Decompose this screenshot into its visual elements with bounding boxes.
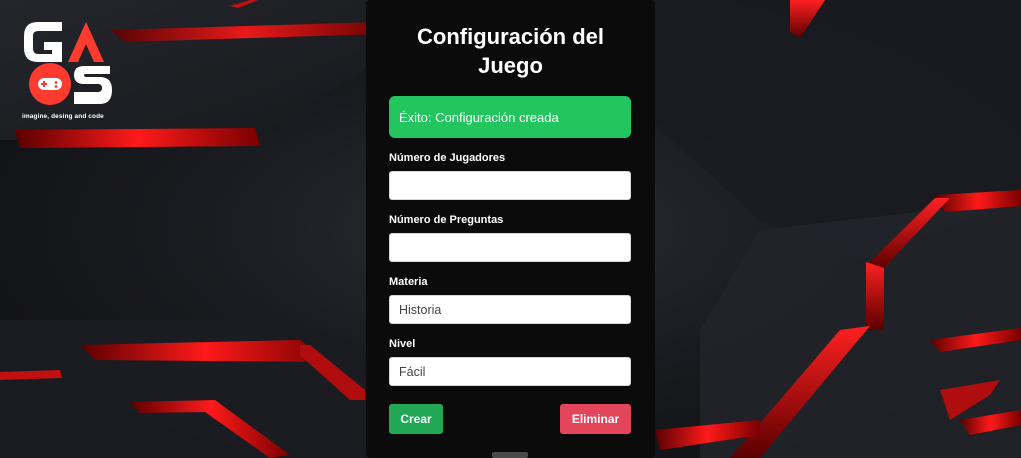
config-form-panel: Configuración del Juego Éxito: Configura… xyxy=(366,0,655,458)
level-input[interactable] xyxy=(389,357,631,386)
players-label: Número de Jugadores xyxy=(389,152,506,164)
success-alert: Éxito: Configuración creada xyxy=(389,96,631,138)
subject-input[interactable] xyxy=(389,295,631,324)
questions-label: Número de Preguntas xyxy=(389,214,504,226)
subject-label: Materia xyxy=(389,276,428,288)
logo-tagline: imagine, desing and code xyxy=(22,113,104,120)
players-input[interactable] xyxy=(389,171,631,200)
gaos-logo xyxy=(18,14,118,124)
page-title: Configuración del Juego xyxy=(417,24,604,78)
delete-button[interactable]: Eliminar xyxy=(560,404,631,434)
logo-graphic xyxy=(24,22,112,105)
create-button[interactable]: Crear xyxy=(389,404,443,434)
questions-input[interactable] xyxy=(389,233,631,262)
level-label: Nivel xyxy=(389,338,416,350)
scrollbar-thumb[interactable] xyxy=(492,452,528,458)
